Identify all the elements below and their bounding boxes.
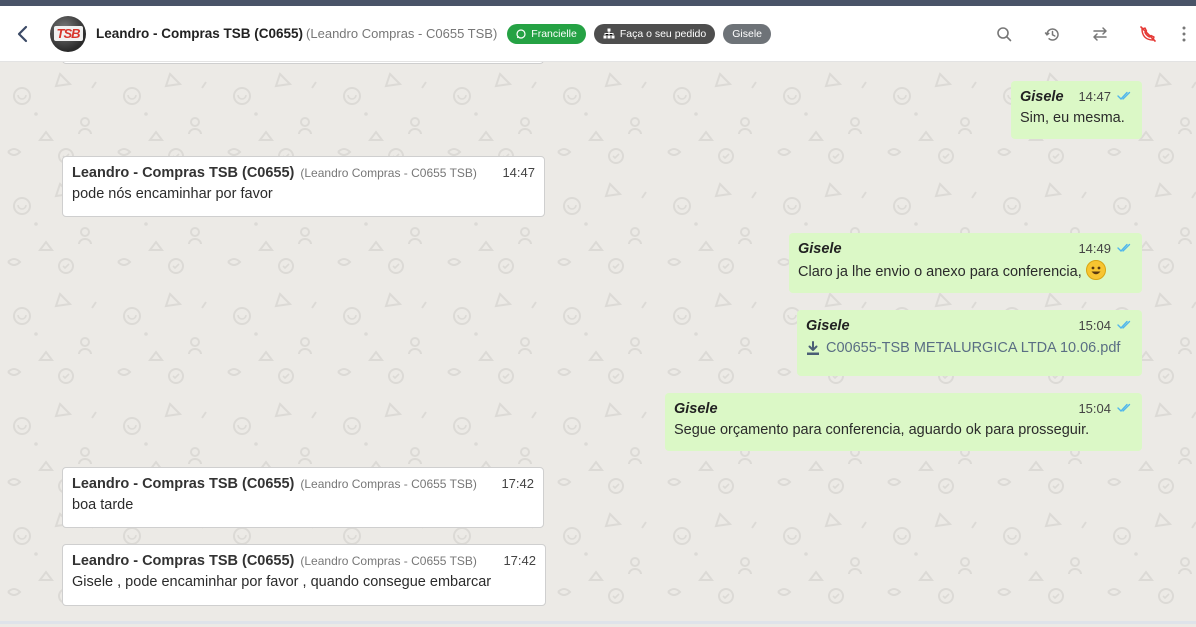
header-actions — [980, 6, 1196, 62]
avatar[interactable]: TSB — [50, 15, 86, 52]
attachment-link[interactable]: C00655-TSB METALURGICA LTDA 10.06.pdf — [806, 340, 1133, 356]
message-sender: Leandro - Compras TSB (C0655) — [72, 165, 295, 181]
chat-header: TSB Leandro - Compras TSB (C0655) (Leand… — [0, 6, 1196, 62]
chat-area[interactable]: Gisele 14:47 Sim, eu mesma. Leandro - Co… — [0, 62, 1196, 624]
transfer-icon — [1093, 27, 1107, 41]
message-bubble-incoming[interactable]: Leandro - Compras TSB (C0655) (Leandro C… — [62, 467, 544, 528]
read-ticks-icon — [1117, 91, 1133, 101]
end-call-icon — [1140, 26, 1156, 42]
grinning-face-emoji — [1085, 260, 1106, 280]
contact-subtitle: (Leandro Compras - C0655 TSB) — [306, 26, 498, 41]
message-text: Gisele , pode encaminhar por favor , qua… — [72, 574, 492, 590]
message-sender: Gisele — [674, 401, 718, 417]
read-ticks-icon — [1117, 243, 1133, 253]
message-sender: Leandro - Compras TSB (C0655) — [72, 553, 295, 569]
read-ticks-icon — [1117, 403, 1133, 413]
more-options-button[interactable] — [1172, 6, 1196, 62]
message-bubble-outgoing[interactable]: Gisele 14:49 Claro ja lhe envio o anexo … — [789, 233, 1142, 293]
message-sender: Leandro - Compras TSB (C0655) — [72, 476, 295, 492]
queue-badge[interactable]: Faça o seu pedido — [593, 23, 716, 44]
message-time: 17:42 — [503, 553, 536, 568]
message-time: 14:47 — [1078, 89, 1111, 104]
message-bubble-outgoing[interactable]: Gisele 15:04 Segue orçamento para confer… — [665, 393, 1142, 451]
download-icon — [807, 340, 819, 355]
message-time: 15:04 — [1078, 401, 1111, 416]
more-vert-icon — [1182, 26, 1186, 42]
sitemap-icon — [603, 28, 615, 39]
back-button[interactable] — [0, 6, 46, 62]
message-text: Segue orçamento para conferencia, aguard… — [674, 422, 1090, 438]
message-text: pode nós encaminhar por favor — [72, 186, 273, 202]
message-sender-subtitle: (Leandro Compras - C0655 TSB) — [300, 554, 477, 568]
message-text: Claro ja lhe envio o anexo para conferen… — [798, 260, 1133, 282]
message-time: 17:42 — [501, 476, 534, 491]
end-chat-button[interactable] — [1124, 6, 1172, 62]
agent-badge-francielle[interactable]: Francielle — [507, 23, 586, 44]
message-time: 15:04 — [1078, 318, 1111, 333]
read-ticks-icon — [1117, 320, 1133, 330]
message-time: 14:47 — [502, 165, 535, 180]
message-bubble-incoming[interactable]: Leandro - Compras TSB (C0655) (Leandro C… — [62, 156, 545, 217]
message-sender: Gisele — [798, 241, 842, 257]
chevron-left-icon — [17, 25, 28, 42]
message-bubble-outgoing[interactable]: Gisele 14:47 Sim, eu mesma. — [1011, 81, 1142, 139]
composer-edge — [0, 621, 1196, 624]
transfer-button[interactable] — [1076, 6, 1124, 62]
whatsapp-icon — [516, 28, 526, 39]
search-button[interactable] — [980, 6, 1028, 62]
attachment-filename: C00655-TSB METALURGICA LTDA 10.06.pdf — [826, 340, 1121, 356]
message-bubble-attachment[interactable]: Gisele 15:04 C00655-TSB METALURGICA LTDA… — [797, 310, 1142, 376]
message-sender: Gisele — [806, 318, 850, 334]
message-sender: Gisele — [1020, 89, 1064, 105]
contact-name: Leandro - Compras TSB (C0655) — [96, 26, 304, 41]
history-button[interactable] — [1028, 6, 1076, 62]
message-bubble-partial — [62, 62, 544, 64]
message-text: Sim, eu mesma. — [1020, 110, 1125, 126]
message-sender-subtitle: (Leandro Compras - C0655 TSB) — [300, 477, 477, 491]
search-icon — [997, 27, 1012, 42]
message-time: 14:49 — [1078, 241, 1111, 256]
history-icon — [1044, 27, 1059, 41]
message-text: boa tarde — [72, 497, 134, 513]
message-sender-subtitle: (Leandro Compras - C0655 TSB) — [300, 166, 477, 180]
message-bubble-incoming[interactable]: Leandro - Compras TSB (C0655) (Leandro C… — [62, 544, 546, 606]
user-badge-gisele[interactable]: Gisele — [723, 23, 771, 44]
